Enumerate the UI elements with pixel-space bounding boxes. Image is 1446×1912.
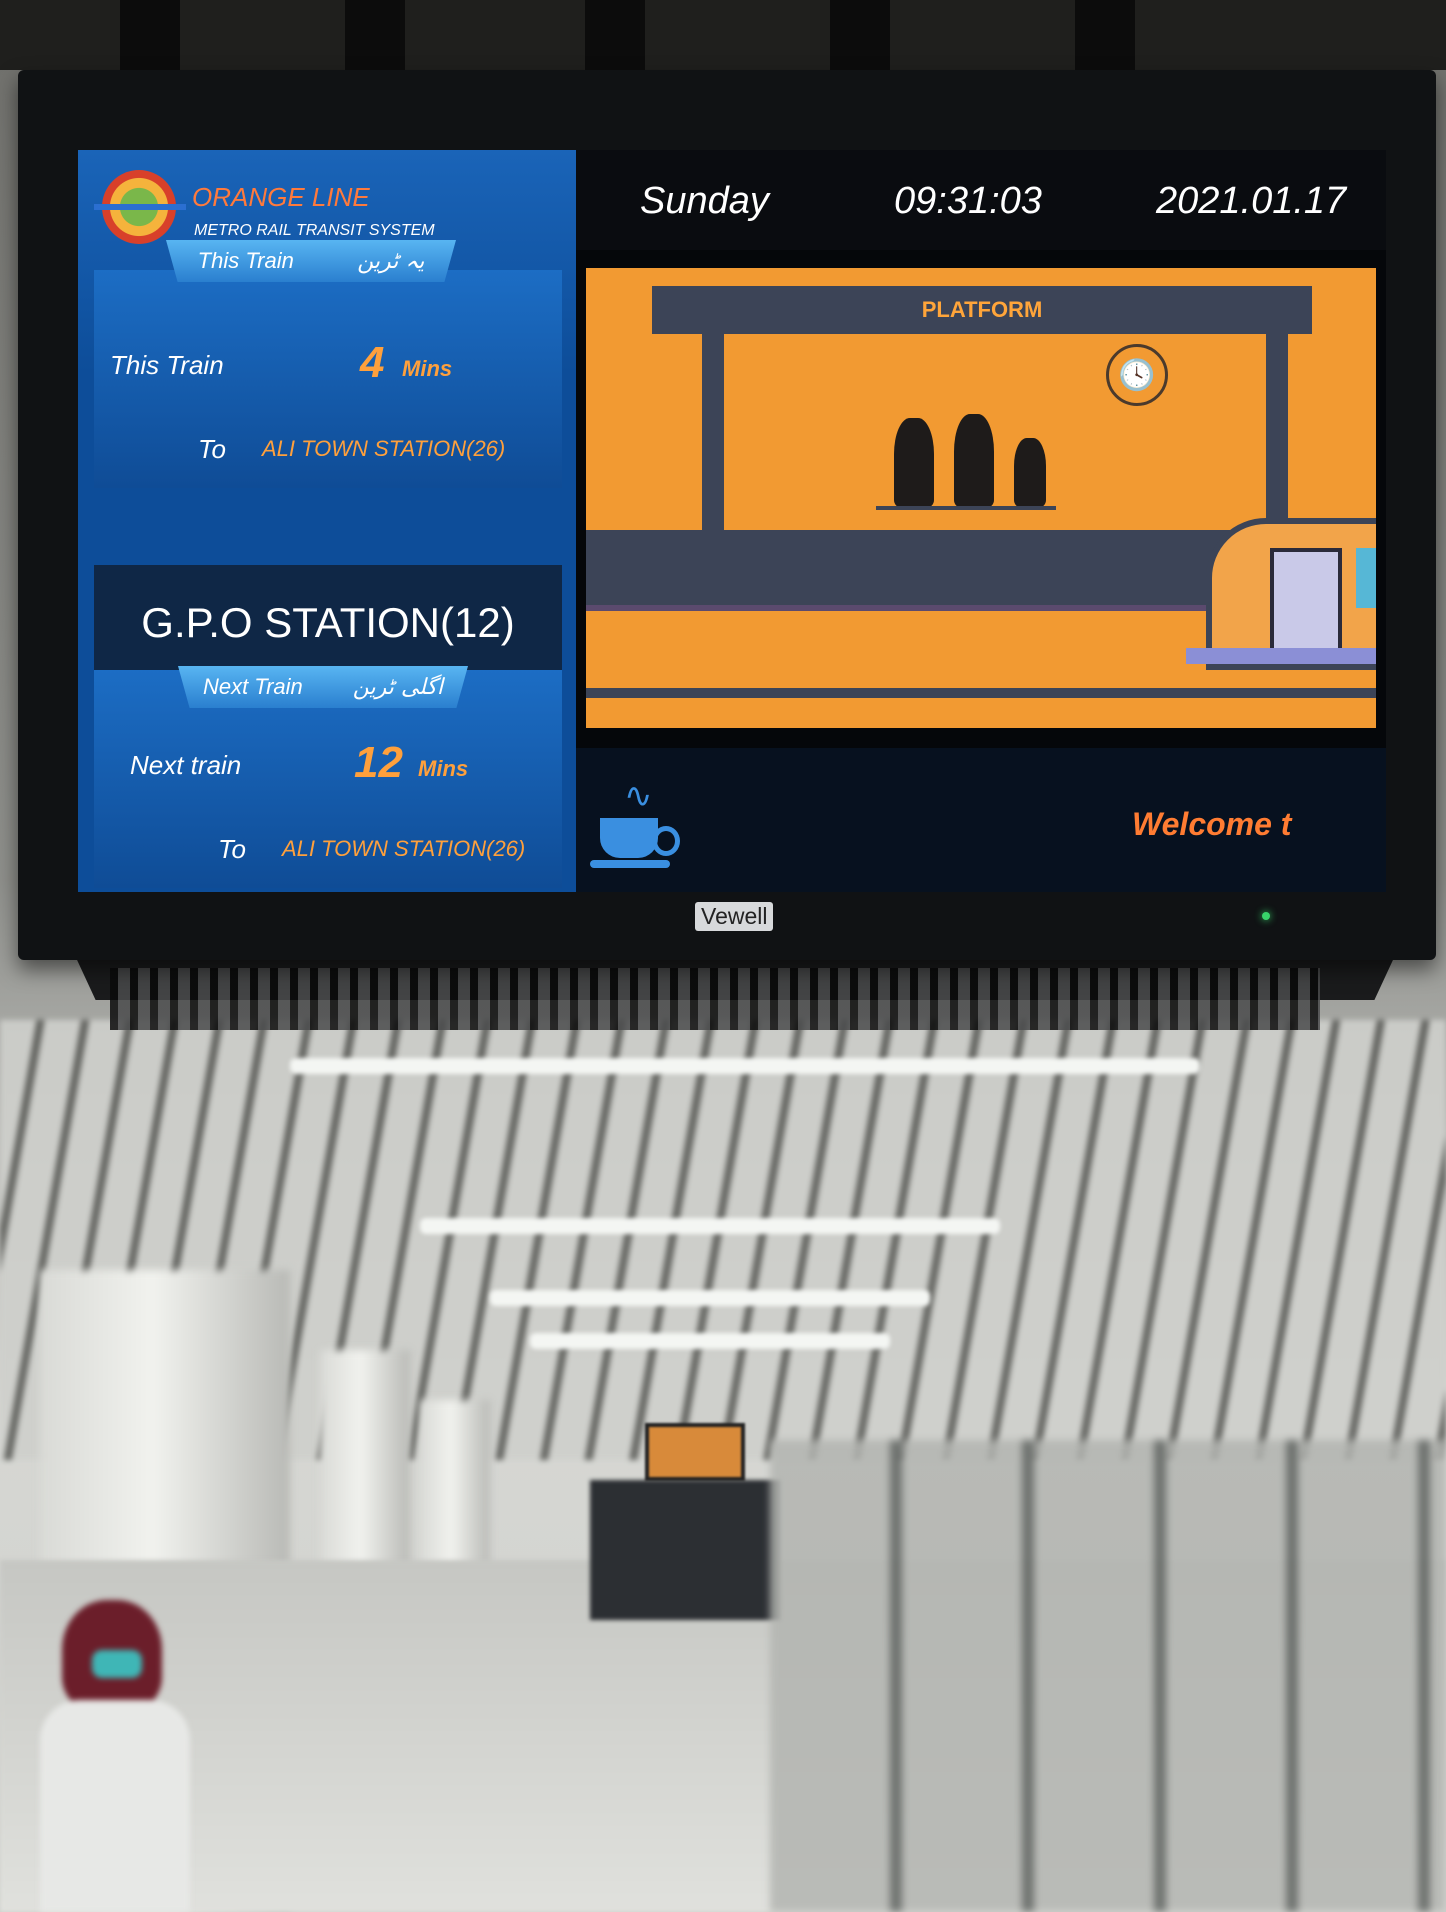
vent-grille — [110, 968, 1320, 1030]
ceiling-light — [290, 1058, 1200, 1074]
platform-post — [1266, 334, 1288, 534]
platform-screen-doors — [770, 1440, 1446, 1912]
next-train-destination: ALI TOWN STATION(26) — [282, 836, 526, 861]
this-train-ribbon: This Train یہ ٹرین — [166, 240, 456, 282]
ceiling-beam — [585, 0, 645, 70]
next-train-label: Next train — [130, 750, 242, 780]
next-train-minutes: 12 — [354, 738, 403, 787]
this-train-label: This Train — [110, 350, 224, 380]
ribbon-english: This Train — [197, 248, 294, 273]
cup-handle — [652, 826, 680, 856]
display-screen: ORANGE LINE METRO RAIL TRANSIT SYSTEM Th… — [78, 150, 1386, 892]
this-train-unit: Mins — [402, 356, 453, 381]
rail — [586, 688, 1376, 698]
clock-bar: Sunday 09:31:03 2021.01.17 — [576, 150, 1386, 250]
wall-clock-icon: 🕓 — [1106, 344, 1168, 406]
ceiling — [0, 0, 1446, 70]
logo-stripe — [94, 204, 186, 210]
monitor-brand: Vewell — [695, 902, 774, 931]
platform-post — [702, 334, 724, 534]
steam-icon: ∿ — [624, 777, 653, 815]
far-wall — [590, 1480, 780, 1620]
ceiling-beam — [830, 0, 890, 70]
ceiling-light — [420, 1218, 1000, 1234]
time-label: 09:31:03 — [894, 180, 1042, 222]
ribbon-urdu: اگلی ٹرین — [352, 674, 444, 700]
passenger-figure — [1014, 438, 1046, 508]
person — [40, 1600, 190, 1912]
platform-illustration: PLATFORM 🕓 — [586, 268, 1376, 728]
brand-title: ORANGE LINE — [192, 182, 370, 212]
platform-sign: PLATFORM — [652, 286, 1312, 334]
ticker-text: Welcome t — [1132, 806, 1292, 842]
this-train-to-label: To — [198, 434, 226, 464]
coffee-cup-icon — [600, 818, 658, 858]
current-station: G.P.O STATION(12) — [94, 565, 562, 680]
next-train-to-label: To — [218, 834, 246, 864]
metro-train-icon — [1166, 518, 1376, 678]
ceiling-light — [490, 1290, 930, 1306]
train-window — [1356, 548, 1376, 608]
platform-bench — [876, 506, 1056, 510]
passenger-figure — [954, 414, 994, 508]
cup-saucer — [590, 860, 670, 868]
info-panel: Sunday 09:31:03 2021.01.17 PLATFORM 🕓 ∿ … — [576, 150, 1386, 892]
person-body — [40, 1700, 190, 1912]
this-train-minutes: 4 — [360, 338, 385, 387]
next-train-unit: Mins — [418, 756, 469, 781]
arrival-panel: ORANGE LINE METRO RAIL TRANSIT SYSTEM Th… — [78, 150, 576, 892]
ceiling-beam — [120, 0, 180, 70]
ribbon-urdu: یہ ٹرین — [357, 248, 425, 274]
power-led-icon — [1262, 912, 1270, 920]
ticker-bar: ∿ Welcome t — [576, 748, 1386, 892]
next-train-ribbon: Next Train اگلی ٹرین — [178, 666, 468, 708]
passenger-figure — [894, 418, 934, 508]
this-train-destination: ALI TOWN STATION(26) — [262, 436, 506, 461]
train-skirt — [1186, 648, 1376, 664]
distant-display — [645, 1423, 745, 1481]
ceiling-beam — [345, 0, 405, 70]
ribbon-english: Next Train — [202, 674, 303, 699]
date-label: 2021.01.17 — [1156, 180, 1347, 222]
day-label: Sunday — [640, 180, 769, 222]
ceiling-beam — [1075, 0, 1135, 70]
face-mask — [92, 1650, 142, 1678]
brand-subtitle: METRO RAIL TRANSIT SYSTEM — [194, 222, 435, 239]
ceiling-light — [530, 1333, 890, 1349]
this-train-box: This Train 4 Mins To ALI TOWN STATION(26… — [94, 270, 562, 488]
train-door — [1270, 548, 1342, 656]
